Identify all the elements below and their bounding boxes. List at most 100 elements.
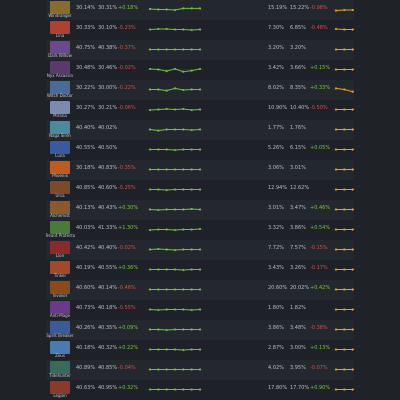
win-rate-sparkline xyxy=(142,82,206,97)
table-row[interactable]: Witch Doctor 30.22% 30.00% -0.22% 8.02% 8.35%… xyxy=(46,80,354,100)
sparkline-point xyxy=(148,148,152,151)
sparkline-point xyxy=(334,208,338,211)
sparkline-point xyxy=(343,148,346,151)
hero-name: Alchemist xyxy=(50,213,70,218)
table-row[interactable]: Luna 40.55% 40.50% 5.26% 6.15% +0.05% xyxy=(46,140,354,160)
sparkline-point xyxy=(148,48,152,51)
hero-cell[interactable]: Mirana xyxy=(49,100,71,120)
sparkline-point xyxy=(165,228,168,231)
sparkline-point xyxy=(190,148,193,151)
table-row[interactable]: Ursa 40.85% 40.60% -0.25% 12.94% 12.62% xyxy=(46,180,354,200)
sparkline-point xyxy=(182,128,185,131)
win-rate-sparkline xyxy=(142,242,206,257)
table-row[interactable]: Spirit Breaker 40.26% 40.35% +0.09% 3.86% 3.4… xyxy=(46,320,354,340)
table-row[interactable]: Naga Siren 40.40% 40.02% 1.77% 1.76% xyxy=(46,120,354,140)
hero-cell[interactable]: Spirit Breaker xyxy=(46,320,74,340)
hero-cell[interactable]: Tinker xyxy=(49,260,71,280)
pick-rate-curr: 17.70% xyxy=(290,385,310,391)
hero-cell[interactable]: Tidehunter xyxy=(49,360,71,380)
sparkline-point xyxy=(165,128,168,131)
hero-cell[interactable]: Legion xyxy=(49,380,71,400)
sparkline-point xyxy=(198,128,202,131)
table-row[interactable]: Treant Protector 40.03% 41.33% +1.30% 3.32% 3… xyxy=(46,220,354,240)
hero-cell[interactable]: Zeus xyxy=(49,340,71,360)
hero-cell[interactable]: Ursa xyxy=(49,180,71,200)
hero-name: Anti-Mage xyxy=(49,313,71,318)
sparkline-point xyxy=(165,248,168,251)
win-rate-curr: 30.10% xyxy=(98,25,118,31)
win-rate-sparkline xyxy=(142,42,206,57)
sparkline-point xyxy=(190,308,193,312)
table-row[interactable]: Tinker 40.19% 40.55% +0.36% 3.43% 3.26% -0.17% xyxy=(46,260,354,280)
sparkline-point xyxy=(198,268,202,271)
table-row[interactable]: Lion 40.42% 40.40% -0.02% 7.72% 7.57% -0.15% xyxy=(46,240,354,260)
win-rate-sparkline xyxy=(142,122,206,137)
win-rate-sparkline xyxy=(142,362,206,377)
hero-cell[interactable]: Treant Protector xyxy=(46,220,75,240)
table-row[interactable]: Phoenix 30.18% 40.83% -0.35% 3.06% 3.01% xyxy=(46,160,354,180)
hero-cell[interactable]: Invoker xyxy=(49,280,71,300)
win-rate-sparkline xyxy=(142,62,206,77)
sparkline-point xyxy=(148,208,152,211)
sparkline-point xyxy=(190,388,193,391)
hero-cell[interactable]: Lion xyxy=(49,240,71,260)
table-row[interactable]: Windranger 30.14% 30.31% +0.18% 15.19% 15.22%… xyxy=(46,0,354,20)
pick-rate-sparkline xyxy=(328,242,354,257)
sparkline-point xyxy=(165,328,168,332)
sparkline-point xyxy=(190,28,193,32)
hero-cell[interactable]: Luna xyxy=(49,140,71,160)
pick-rate-prev: 17.80% xyxy=(268,385,288,391)
table-row[interactable]: Nyx Assassin 30.48% 30.46% -0.02% 3.42% 3.66%… xyxy=(46,60,354,80)
sparkline-point xyxy=(173,108,177,111)
sparkline-point xyxy=(173,248,177,252)
pick-rate-prev: 3.06% xyxy=(268,165,284,171)
table-row[interactable]: Dark Willow 40.75% 40.38% -0.37% 3.20% 3.20% xyxy=(46,40,354,60)
sparkline-point xyxy=(182,348,185,352)
hero-stats-table: Windranger 30.14% 30.31% +0.18% 15.19% 15.22%… xyxy=(46,0,354,400)
sparkline-point xyxy=(173,388,177,391)
table-row[interactable]: Alchemist 40.13% 40.43% +0.30% 3.01% 3.47% +0.… xyxy=(46,200,354,220)
hero-cell[interactable]: Naga Siren xyxy=(49,120,71,140)
hero-cell[interactable]: Phoenix xyxy=(49,160,71,180)
hero-cell[interactable]: Witch Doctor xyxy=(47,80,73,100)
table-row[interactable]: Tidehunter 40.89% 40.85% -0.04% 4.02% 3.95% -0… xyxy=(46,360,354,380)
table-row[interactable]: Invoker 40.60% 40.14% -0.46% 20.60% 20.02% +0.… xyxy=(46,280,354,300)
sparkline-point xyxy=(148,328,152,331)
hero-cell[interactable]: Lina xyxy=(49,20,71,40)
pick-rate-prev: 3.32% xyxy=(268,225,284,231)
pick-rate-prev: 15.19% xyxy=(268,5,288,11)
hero-cell[interactable]: Alchemist xyxy=(49,200,71,220)
hero-cell[interactable]: Windranger xyxy=(48,0,72,20)
sparkline-point xyxy=(157,368,160,371)
sparkline-point xyxy=(182,308,185,311)
hero-name: Windranger xyxy=(48,13,72,18)
sparkline-point xyxy=(148,67,152,71)
sparkline-point xyxy=(182,7,185,10)
win-rate-delta: -0.46% xyxy=(118,285,136,291)
table-row[interactable]: Zeus 40.18% 40.32% +0.22% 2.87% 3.00% +0.13% xyxy=(46,340,354,360)
table-row[interactable]: Mirana 30.27% 30.21% -0.06% 10.90% 10.40% -0.5… xyxy=(46,100,354,120)
sparkline-point xyxy=(173,288,177,291)
sparkline-point xyxy=(157,288,160,291)
pick-rate-curr: 6.85% xyxy=(290,25,306,31)
hero-cell[interactable]: Anti-Mage xyxy=(49,300,71,320)
table-row[interactable]: Lina 30.33% 30.10% -0.23% 7.30% 6.85% -0.48% xyxy=(46,20,354,40)
hero-cell[interactable]: Dark Willow xyxy=(48,40,72,60)
sparkline-point xyxy=(334,48,338,51)
sparkline-point xyxy=(182,48,185,51)
hero-cell[interactable]: Nyx Assassin xyxy=(47,60,73,80)
sparkline-point xyxy=(190,128,193,132)
pick-rate-prev: 1.77% xyxy=(268,125,284,131)
sparkline-point xyxy=(165,48,168,51)
sparkline-point xyxy=(148,188,152,191)
pick-rate-curr: 15.22% xyxy=(290,5,310,11)
win-rate-prev: 30.48% xyxy=(76,65,96,71)
sparkline-point xyxy=(173,348,177,351)
table-row[interactable]: Legion 40.63% 40.95% +0.32% 17.80% 17.70% +0.9… xyxy=(46,380,354,400)
pick-rate-sparkline xyxy=(328,282,354,297)
pick-rate-sparkline xyxy=(328,122,354,137)
table-row[interactable]: Anti-Mage 40.73% 40.18% -0.55% 1.80% 1.82% xyxy=(46,300,354,320)
sparkline-point xyxy=(173,308,177,311)
win-rate-curr: 40.40% xyxy=(98,245,118,251)
pick-rate-sparkline xyxy=(328,182,354,197)
